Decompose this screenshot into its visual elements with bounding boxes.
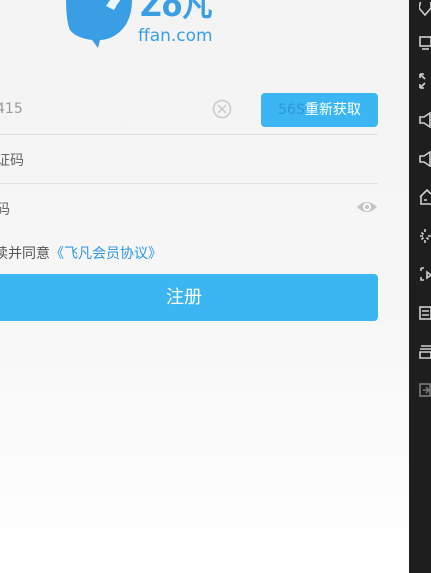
volume-up-icon[interactable] xyxy=(419,151,431,167)
emulator-toolbar xyxy=(409,0,431,573)
register-screen: Zo凡 ffan.com 415 56S重新获取 证码 码 读并同意《飞凡会员协… xyxy=(0,0,409,573)
agreement-line: 读并同意《飞凡会员协议》 xyxy=(0,243,162,263)
keyboard-icon[interactable] xyxy=(419,305,431,321)
logo-domain-text: ffan.com xyxy=(138,26,213,46)
register-button[interactable]: 注册 xyxy=(0,274,378,321)
phone-input[interactable]: 415 xyxy=(0,101,23,117)
screenshot-icon[interactable] xyxy=(419,266,431,282)
screen-icon[interactable] xyxy=(419,35,431,51)
brand-glyph: Zo凡 xyxy=(140,0,212,24)
layers-icon[interactable] xyxy=(419,343,431,359)
clear-phone-button[interactable] xyxy=(212,99,232,119)
volume-down-icon[interactable] xyxy=(419,112,431,128)
resend-countdown: 56S xyxy=(278,102,305,118)
password-input[interactable]: 码 xyxy=(0,199,10,219)
eye-icon xyxy=(357,202,377,212)
agreement-prefix: 读并同意 xyxy=(0,246,50,262)
member-agreement-link[interactable]: 《飞凡会员协议》 xyxy=(50,246,162,262)
location-icon[interactable] xyxy=(419,2,431,18)
resend-code-button[interactable]: 56S重新获取 xyxy=(261,93,378,127)
resend-label: 重新获取 xyxy=(304,102,361,118)
toggle-password-visibility-button[interactable] xyxy=(356,199,378,215)
verification-code-input[interactable]: 证码 xyxy=(0,150,24,170)
fullscreen-icon[interactable] xyxy=(419,73,431,89)
clear-circle-icon xyxy=(212,99,232,119)
home-icon[interactable] xyxy=(419,189,431,205)
code-row: 证码 xyxy=(0,134,378,184)
exit-icon[interactable] xyxy=(419,382,431,398)
password-row: 码 xyxy=(0,183,378,233)
phone-row: 415 56S重新获取 xyxy=(0,85,378,135)
loading-icon[interactable] xyxy=(419,228,431,244)
ffan-logo: Zo凡 ffan.com xyxy=(64,0,224,48)
